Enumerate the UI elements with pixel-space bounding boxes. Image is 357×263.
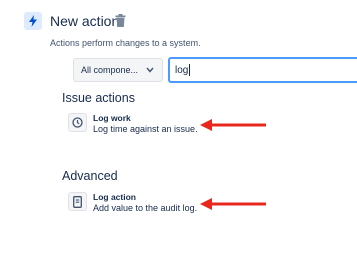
action-desc-log-work: Log time against an issue. [93, 124, 198, 134]
component-select[interactable]: All compone... [73, 58, 163, 82]
text-caret [189, 64, 191, 76]
trash-icon[interactable] [115, 14, 126, 27]
search-input-value: log [175, 64, 189, 76]
chevron-down-icon [146, 67, 154, 73]
annotation-arrow [200, 198, 266, 210]
document-icon[interactable] [68, 192, 87, 211]
lightning-icon [24, 12, 42, 30]
component-select-value: All compone... [81, 65, 139, 75]
search-input[interactable]: log [168, 57, 357, 83]
page-subtitle: Actions perform changes to a system. [50, 38, 201, 48]
action-desc-log-action: Add value to the audit log. [93, 203, 198, 213]
section-heading-issue-actions: Issue actions [62, 91, 135, 105]
section-heading-advanced: Advanced [62, 169, 118, 183]
clock-icon[interactable] [68, 113, 87, 132]
page-title: New action [50, 13, 120, 29]
annotation-arrow [200, 119, 266, 131]
